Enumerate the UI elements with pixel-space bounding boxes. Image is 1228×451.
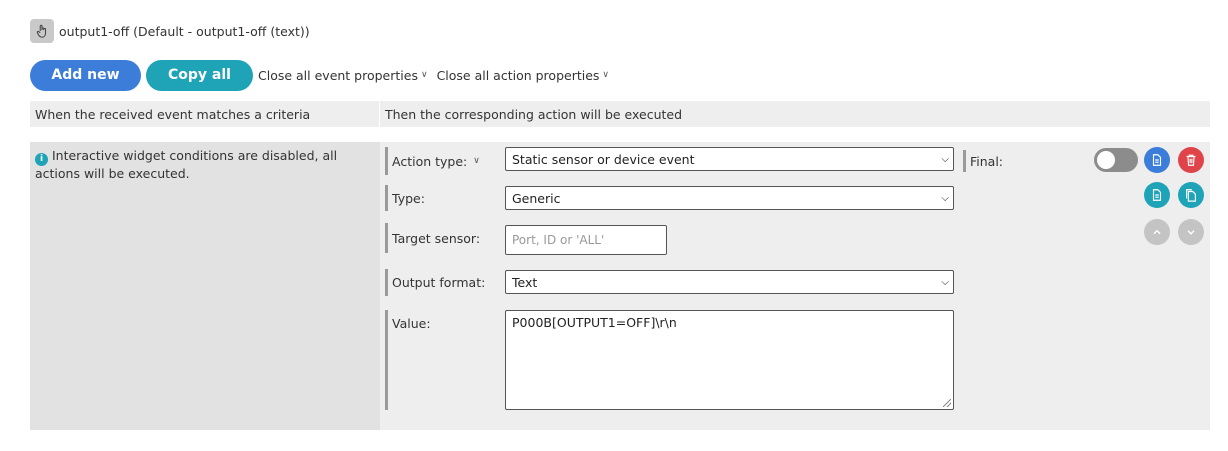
chevron-down-icon: ∨: [602, 70, 609, 80]
copy-all-button[interactable]: Copy all: [146, 59, 253, 91]
output-format-value: Text: [512, 274, 538, 290]
output-format-select[interactable]: Text ⌵: [505, 270, 954, 294]
add-new-button[interactable]: Add new: [30, 59, 141, 91]
toggle-knob: [1097, 151, 1115, 169]
info-text: Interactive widget conditions are disabl…: [35, 148, 338, 181]
widget-title: output1-off (Default - output1-off (text…: [59, 23, 310, 39]
action-type-value: Static sensor or device event: [512, 151, 695, 167]
toolbar: Add new Copy all Close all event propert…: [30, 59, 609, 91]
trash-icon: [1186, 154, 1196, 166]
chevron-down-icon: ⌵: [941, 153, 949, 165]
widget-header: output1-off (Default - output1-off (text…: [30, 19, 310, 43]
type-value: Generic: [512, 190, 561, 206]
value-textarea[interactable]: P000B[OUTPUT1=OFF]\r\n: [505, 310, 954, 410]
move-down-button[interactable]: [1178, 219, 1204, 245]
chevron-down-icon: ⌵: [941, 276, 949, 288]
hand-pointer-icon[interactable]: [30, 19, 54, 43]
action-panel: Action type: ∨ Static sensor or device e…: [380, 142, 1210, 430]
action-type-label-text: Action type:: [392, 153, 468, 169]
copy-action-button[interactable]: [1144, 147, 1170, 173]
target-sensor-input[interactable]: Port, ID or 'ALL': [505, 225, 667, 255]
close-action-properties-label: Close all action properties: [436, 67, 600, 83]
output-format-label: Output format:: [385, 269, 485, 296]
paste-action-button[interactable]: [1144, 182, 1170, 208]
type-select[interactable]: Generic ⌵: [505, 186, 954, 210]
value-label: Value:: [385, 310, 431, 410]
duplicate-action-button[interactable]: [1178, 182, 1204, 208]
chevron-down-icon: ∨: [473, 156, 480, 166]
event-criteria-header: When the received event matches a criter…: [30, 101, 379, 127]
event-criteria-panel: i Interactive widget conditions are disa…: [30, 142, 380, 430]
move-up-button[interactable]: [1144, 219, 1170, 245]
final-toggle[interactable]: [1094, 148, 1138, 172]
chevron-down-icon: ⌵: [941, 192, 949, 204]
delete-action-button[interactable]: [1178, 147, 1204, 173]
chevron-down-icon: [1187, 230, 1195, 235]
info-message: i Interactive widget conditions are disa…: [35, 148, 370, 181]
document-icon: [1152, 189, 1162, 201]
document-icon: [1152, 154, 1162, 166]
chevron-up-icon: [1153, 229, 1161, 235]
close-event-properties-link[interactable]: Close all event properties ∨: [258, 68, 428, 83]
target-sensor-placeholder: Port, ID or 'ALL': [512, 233, 605, 247]
info-icon: i: [35, 153, 48, 166]
value-text: P000B[OUTPUT1=OFF]\r\n: [512, 315, 677, 330]
action-type-select[interactable]: Static sensor or device event ⌵: [505, 147, 954, 171]
action-type-label[interactable]: Action type: ∨: [385, 147, 480, 175]
type-label: Type:: [385, 185, 425, 211]
action-header: Then the corresponding action will be ex…: [380, 101, 1210, 127]
target-sensor-label: Target sensor:: [385, 223, 480, 253]
close-action-properties-link[interactable]: Close all action properties ∨: [437, 68, 609, 83]
final-label: Final:: [963, 150, 1003, 172]
copy-icon: [1186, 189, 1196, 202]
chevron-down-icon: ∨: [420, 70, 428, 80]
resize-handle-icon[interactable]: [943, 399, 951, 407]
close-event-properties-label: Close all event properties: [258, 67, 418, 83]
